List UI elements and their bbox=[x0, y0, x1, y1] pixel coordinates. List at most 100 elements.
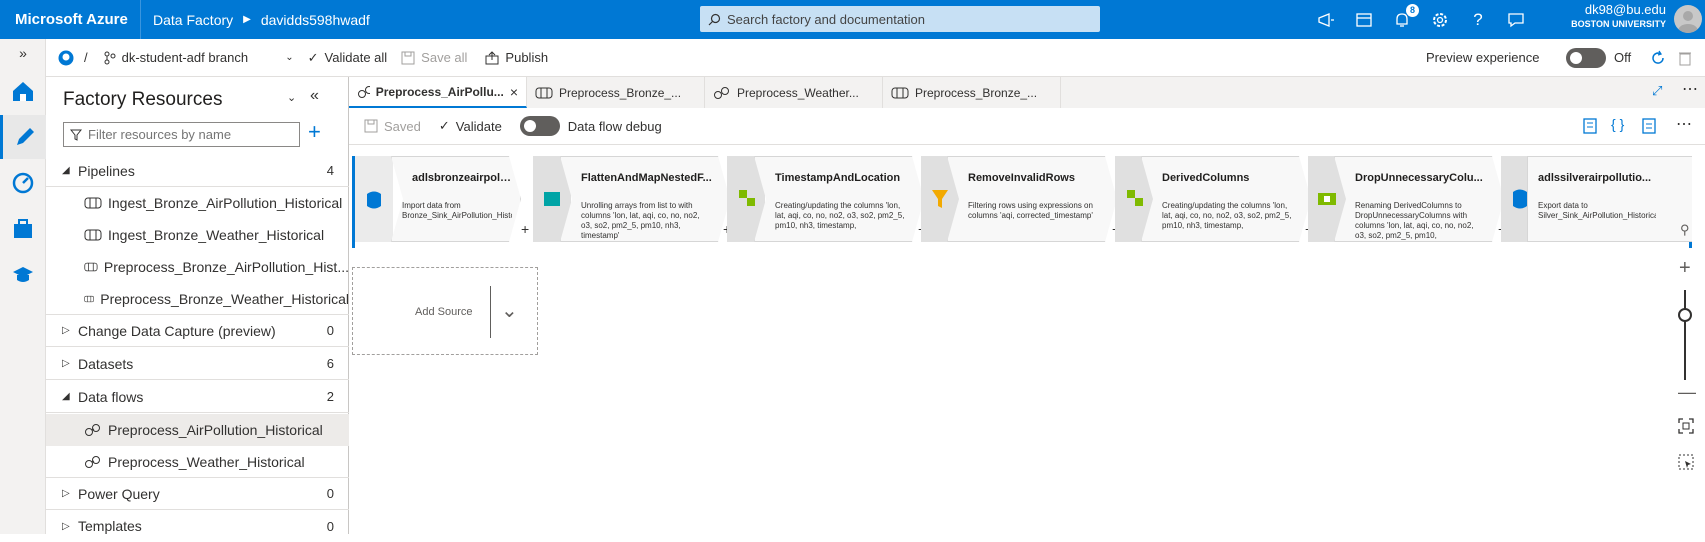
branch-icon bbox=[104, 51, 116, 64]
more-options-icon[interactable]: ⋯ bbox=[1676, 114, 1692, 134]
dataflow-icon bbox=[714, 86, 729, 99]
maximize-icon[interactable]: ⤢ bbox=[1652, 83, 1662, 99]
zoom-out-icon[interactable]: — bbox=[1678, 382, 1696, 403]
refresh-icon[interactable] bbox=[1650, 39, 1666, 77]
collapse-all-icon[interactable]: ⌄ bbox=[287, 91, 296, 104]
debug-toggle-switch[interactable] bbox=[519, 116, 560, 136]
search-input[interactable] bbox=[727, 11, 1100, 27]
node-description: Renaming DerivedColumns to DropUnnecessa… bbox=[1355, 201, 1474, 240]
manage-toolbox-icon[interactable] bbox=[0, 207, 46, 251]
git-repo[interactable]: / bbox=[58, 39, 88, 77]
tab-label: Preprocess_AirPollu... bbox=[375, 84, 504, 99]
tree-item-pipeline[interactable]: Ingest_Bronze_AirPollution_Historical bbox=[46, 187, 349, 219]
select-area-icon[interactable] bbox=[1678, 454, 1694, 475]
validate-button[interactable]: ✓ Validate bbox=[439, 118, 502, 134]
section-label: Templates bbox=[78, 518, 142, 534]
section-count: 0 bbox=[326, 486, 334, 501]
save-icon bbox=[364, 119, 378, 133]
flow-node-filter[interactable]: RemoveInvalidRows Filtering rows using e… bbox=[947, 156, 1117, 242]
tree-section-power-query[interactable]: ▷ Power Query 0 bbox=[46, 478, 349, 510]
script-icon[interactable] bbox=[1582, 117, 1598, 138]
preview-toggle[interactable]: Off bbox=[1566, 39, 1631, 77]
tree-section-cdc[interactable]: ▷ Change Data Capture (preview) 0 bbox=[46, 315, 349, 347]
add-transform-icon[interactable]: + bbox=[521, 221, 529, 237]
tree-item-dataflow[interactable]: Preprocess_Weather_Historical bbox=[46, 446, 349, 478]
home-icon[interactable] bbox=[0, 69, 46, 113]
discard-icon[interactable] bbox=[1678, 39, 1692, 77]
properties-icon[interactable] bbox=[1641, 117, 1657, 138]
topbar-icons: 8 ? bbox=[1316, 0, 1526, 39]
fit-to-view-icon[interactable] bbox=[1678, 418, 1694, 439]
tab-pipeline-bronze-weather[interactable]: Preprocess_Bronze_... bbox=[883, 77, 1061, 108]
caret-expanded-icon: ◢ bbox=[62, 165, 70, 176]
tab-label: Preprocess_Weather... bbox=[737, 85, 859, 100]
switch-factory-icon[interactable] bbox=[1354, 10, 1374, 30]
zoom-slider-thumb[interactable] bbox=[1678, 308, 1692, 322]
node-title: DerivedColumns bbox=[1162, 172, 1250, 184]
tab-label: Preprocess_Bronze_... bbox=[559, 85, 682, 100]
saved-button[interactable]: Saved bbox=[364, 119, 421, 134]
flow-node-source[interactable]: adlsbronzeairpolluti... Import data from… bbox=[391, 156, 521, 242]
tree-item-pipeline[interactable]: Preprocess_Bronze_AirPollution_Hist... bbox=[46, 251, 349, 283]
tab-dataflow-airpollution[interactable]: Preprocess_AirPollu... × bbox=[349, 77, 527, 108]
collapse-pane-icon[interactable]: « bbox=[310, 87, 319, 105]
tree-item-dataflow[interactable]: Preprocess_AirPollution_Historical bbox=[46, 414, 349, 446]
notifications-icon[interactable]: 8 bbox=[1392, 3, 1419, 30]
validate-all-button[interactable]: ✓ Validate all bbox=[308, 39, 388, 77]
filter-input[interactable] bbox=[88, 127, 288, 142]
author-pencil-icon[interactable] bbox=[0, 115, 46, 159]
settings-gear-icon[interactable] bbox=[1430, 10, 1450, 30]
dataflow-graph: adlsbronzeairpolluti... Import data from… bbox=[352, 156, 1703, 248]
avatar[interactable] bbox=[1674, 5, 1702, 33]
save-all-button[interactable]: Save all bbox=[401, 39, 467, 77]
tree-item-pipeline[interactable]: Preprocess_Bronze_Weather_Historical bbox=[46, 283, 349, 315]
resource-filter[interactable] bbox=[63, 122, 300, 147]
chevron-down-icon[interactable]: ⌄ bbox=[501, 298, 518, 323]
expand-rail-icon[interactable]: » bbox=[0, 39, 46, 67]
tree-section-dataflows[interactable]: ◢ Data flows 2 bbox=[46, 381, 349, 413]
tab-label: Preprocess_Bronze_... bbox=[915, 85, 1038, 100]
tree-section-pipelines[interactable]: ◢ Pipelines 4 bbox=[46, 155, 349, 187]
notification-badge: 8 bbox=[1406, 3, 1419, 17]
preview-state: Off bbox=[1614, 50, 1632, 65]
flow-node-flatten[interactable]: FlattenAndMapNestedF... Unrolling arrays… bbox=[560, 156, 730, 242]
saved-label: Saved bbox=[384, 118, 421, 134]
help-icon[interactable]: ? bbox=[1468, 10, 1488, 30]
feedback-icon[interactable] bbox=[1506, 10, 1526, 30]
breadcrumb-factory-name[interactable]: davidds598hwadf bbox=[261, 12, 370, 28]
add-source-box[interactable]: Add Source ⌄ bbox=[352, 267, 538, 355]
monitor-icon[interactable] bbox=[0, 161, 46, 205]
user-account[interactable]: dk98@bu.edu BOSTON UNIVERSITY bbox=[1568, 3, 1666, 31]
flow-node-derived[interactable]: DerivedColumns Creating/updating the col… bbox=[1141, 156, 1311, 242]
flow-node-drop-columns[interactable]: DropUnnecessaryColu... Renaming DerivedC… bbox=[1334, 156, 1504, 242]
tree-section-templates[interactable]: ▷ Templates 0 bbox=[46, 510, 349, 542]
azure-brand[interactable]: Microsoft Azure bbox=[0, 0, 141, 39]
zoom-slider-track[interactable] bbox=[1684, 290, 1686, 380]
tab-dataflow-weather[interactable]: Preprocess_Weather... bbox=[705, 77, 883, 108]
factory-toolbar: / dk-student-adf branch ⌄ ✓ Validate all… bbox=[46, 39, 1705, 77]
publish-button[interactable]: Publish bbox=[485, 39, 548, 77]
search-icon[interactable]: ⚲ bbox=[1680, 222, 1690, 238]
tree-item-pipeline[interactable]: Ingest_Bronze_Weather_Historical bbox=[46, 219, 349, 251]
zoom-in-icon[interactable]: + bbox=[1679, 257, 1691, 280]
debug-toggle[interactable]: Data flow debug bbox=[519, 116, 662, 136]
path-separator: / bbox=[84, 50, 88, 65]
announcement-icon[interactable] bbox=[1316, 10, 1336, 30]
node-description: Creating/updating the columns 'lon, lat,… bbox=[1162, 201, 1292, 230]
preview-toggle-switch[interactable] bbox=[1566, 47, 1606, 68]
tree-section-datasets[interactable]: ▷ Datasets 6 bbox=[46, 348, 349, 380]
node-title: adlsbronzeairpolluti... bbox=[412, 172, 510, 184]
flow-node-timestamp[interactable]: TimestampAndLocation Creating/updating t… bbox=[754, 156, 924, 242]
add-resource-icon[interactable]: + bbox=[308, 121, 321, 143]
publish-icon bbox=[485, 50, 499, 64]
tab-pipeline-bronze-air[interactable]: Preprocess_Bronze_... bbox=[527, 77, 705, 108]
close-icon[interactable]: × bbox=[510, 84, 518, 100]
learning-hat-icon[interactable] bbox=[0, 253, 46, 297]
filter-icon bbox=[70, 129, 82, 141]
global-search[interactable] bbox=[700, 6, 1100, 32]
pipeline-icon bbox=[535, 87, 553, 98]
breadcrumb-data-factory[interactable]: Data Factory bbox=[153, 12, 233, 28]
code-braces-icon[interactable]: { } bbox=[1611, 116, 1624, 132]
branch-selector[interactable]: dk-student-adf branch ⌄ bbox=[104, 39, 294, 77]
more-tabs-icon[interactable]: ⋯ bbox=[1682, 79, 1698, 99]
